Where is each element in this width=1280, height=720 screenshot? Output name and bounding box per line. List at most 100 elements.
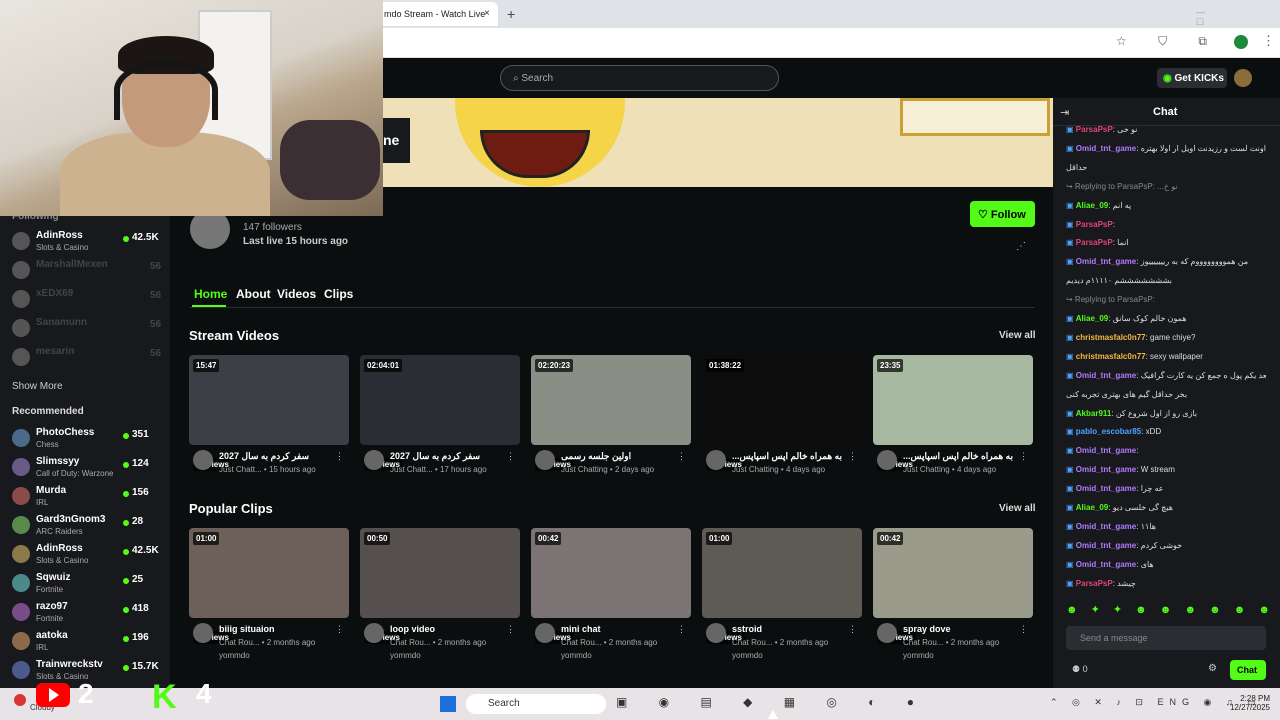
recommended-channel-5[interactable]: Sqwuiz Fortnite 25 — [0, 569, 170, 598]
chat-text: : sexy wallpaper — [1145, 351, 1203, 361]
chat-username[interactable]: Omid_tnt_game — [1076, 371, 1136, 380]
video-card[interactable]: 01:38:2265 views...می به همراه خالم اپس … — [702, 355, 862, 475]
chat-username[interactable]: ParsaPsP — [1076, 579, 1113, 588]
chat-username[interactable]: Akbar911 — [1076, 409, 1112, 418]
chat-username[interactable]: ParsaPsP — [1076, 220, 1113, 229]
youtube-count: 2 — [78, 678, 94, 709]
card-category: Chat Rou... — [390, 638, 431, 647]
tab-about[interactable]: About — [236, 287, 271, 301]
sidebar-channel-0[interactable]: AdinRoss Slots & Casino 42.5K — [0, 227, 170, 256]
chat-username[interactable]: christmasfalc0n77 — [1076, 333, 1146, 342]
chat-username[interactable]: Omid_tnt_game — [1076, 144, 1136, 153]
tab-divider — [189, 307, 1035, 308]
browser-tab[interactable]: mdo Stream - Watch Live — [378, 2, 498, 26]
sidebar-channel-2[interactable]: xEDX69 56 — [0, 285, 170, 314]
video-card[interactable]: 15:47 46 views 2027 سفر کردم به سال Just Ch… — [189, 355, 349, 475]
video-card[interactable]: 23:3554 views...می به همراه خالم اپس اسپ… — [873, 355, 1033, 475]
more-options-icon[interactable]: ⋮ — [335, 624, 344, 635]
card-title: اولین جلسه رسمی — [561, 451, 632, 461]
recommended-channel-7[interactable]: aatoka IRL 196 — [0, 627, 170, 656]
viewer-count: 56 — [150, 290, 162, 301]
browser-menu-icon[interactable]: ⋮ — [1262, 33, 1275, 49]
chat-username[interactable]: pablo_escobar85 — [1076, 427, 1141, 436]
sidebar-channel-4[interactable]: mesarin 56 — [0, 343, 170, 372]
chat-text: : عه چرا — [1136, 484, 1164, 494]
chat-username[interactable]: christmasfalc0n77 — [1076, 352, 1146, 361]
search-input[interactable]: ⌕ Search — [500, 65, 779, 91]
follow-button[interactable]: ♡ Follow — [970, 201, 1035, 227]
channel-avatar — [12, 232, 30, 250]
video-card[interactable]: 02:04:01 23 views 2027 سفر کردم به سال Just… — [360, 355, 520, 475]
chat-username[interactable]: Omid_tnt_game — [1076, 465, 1136, 474]
taskbar-clock[interactable]: 2:28 PM 12/27/2025 — [1222, 694, 1270, 712]
new-tab-button[interactable]: + — [507, 6, 515, 22]
clip-card[interactable]: 00:42 48 views mini chat Chat Rou... • 2 mo… — [531, 528, 691, 660]
more-options-icon[interactable]: ⋮ — [1019, 451, 1028, 462]
more-options-icon[interactable]: ⋮ — [677, 451, 686, 462]
show-more-link[interactable]: Show More — [12, 381, 63, 392]
chat-username[interactable]: Omid_tnt_game — [1076, 560, 1136, 569]
chat-username[interactable]: ParsaPsP — [1076, 125, 1113, 134]
recommended-channel-3[interactable]: Gard3nGnom3 ARC Raiders 28 — [0, 511, 170, 540]
chat-username[interactable]: Aliae_09 — [1076, 201, 1108, 210]
chat-username[interactable]: Omid_tnt_game — [1076, 522, 1136, 531]
browser-profile-avatar[interactable] — [1234, 35, 1248, 49]
more-options-icon[interactable]: ⋮ — [677, 624, 686, 635]
weather-icon[interactable] — [14, 694, 26, 706]
chat-username[interactable]: Aliae_09 — [1076, 314, 1108, 323]
chat-text: بخر حداقل گیم های بهتری تجربه کنی — [1066, 389, 1188, 399]
recommended-channel-1[interactable]: Slimssyy Call of Duty: Warzone 124 — [0, 453, 170, 482]
viewer-count: 351 — [132, 429, 149, 440]
chat-settings-icon[interactable]: ⚙ — [1208, 663, 1217, 674]
chat-message-input[interactable]: Send a message — [1066, 626, 1266, 650]
recommended-channel-0[interactable]: PhotoChess Chess 351 — [0, 424, 170, 453]
meta-separator: • — [259, 638, 267, 647]
get-kicks-button[interactable]: ◉ Get KICKs — [1157, 68, 1227, 88]
clip-card[interactable]: 00:50 54 views loop video Chat Rou... • 2 m… — [360, 528, 520, 660]
chat-text: : معد یکم پول ه جمع کن یه کارت گرافیک — [1136, 370, 1266, 380]
chat-badge-icon: ▣ — [1066, 314, 1076, 323]
more-options-icon[interactable]: ⋮ — [506, 451, 515, 462]
chat-badge-icon: ▣ — [1066, 446, 1076, 456]
clip-card[interactable]: 01:00 33 views sstroid Chat Rou... • 2 mont… — [702, 528, 862, 660]
recommended-channel-6[interactable]: razo97 Fortnite 418 — [0, 598, 170, 627]
taskbar-search[interactable]: Search — [466, 694, 606, 714]
tab-close-icon[interactable]: × — [484, 8, 490, 19]
chat-username[interactable]: Aliae_09 — [1076, 503, 1108, 512]
taskbar-pinned-apps[interactable]: ▣ ◉ ▤ ◆ ▦ ◎ ◐ ● — [616, 695, 928, 709]
stream-videos-view-all[interactable]: View all — [999, 330, 1036, 341]
chat-username[interactable]: Omid_tnt_game — [1076, 257, 1136, 266]
card-category: Just Chatting — [561, 465, 608, 474]
video-card[interactable]: 02:20:23 85 views اولین جلسه رسمی Just Chat… — [531, 355, 691, 475]
meta-separator: • — [432, 465, 440, 474]
popular-clips-view-all[interactable]: View all — [999, 503, 1036, 514]
tab-home[interactable]: Home — [194, 287, 227, 301]
windows-start-icon[interactable] — [440, 696, 456, 712]
emote-bar[interactable]: ☻ ✦ ✦ ☻ ☻ ☻ ☻ ☻ ☻ ☻ — [1066, 603, 1280, 616]
recommended-heading: Recommended — [12, 406, 84, 417]
chat-username[interactable]: Omid_tnt_game — [1076, 484, 1136, 493]
sidebar-channel-3[interactable]: Sanamunn 56 — [0, 314, 170, 343]
more-options-icon[interactable]: ⋮ — [506, 624, 515, 635]
clip-card[interactable]: 01:00 65 views biiig situaion Chat Rou... •… — [189, 528, 349, 660]
chat-username[interactable]: Omid_tnt_game — [1076, 446, 1136, 455]
tab-clips[interactable]: Clips — [324, 287, 353, 301]
chat-username[interactable]: ParsaPsP — [1076, 238, 1113, 247]
tab-videos[interactable]: Videos — [277, 287, 316, 301]
clip-card[interactable]: 00:42 27 views spray dove Chat Rou... • 2 m… — [873, 528, 1033, 660]
chat-badge-icon: ▣ — [1066, 408, 1076, 418]
more-options-icon[interactable]: ⋮ — [848, 624, 857, 635]
sidebar-channel-1[interactable]: MarshallMexen 56 — [0, 256, 170, 285]
recommended-channel-4[interactable]: AdinRoss Slots & Casino 42.5K — [0, 540, 170, 569]
recommended-channel-2[interactable]: Murda IRL 156 — [0, 482, 170, 511]
more-options-icon[interactable]: ⋮ — [335, 451, 344, 462]
card-author: yommdo — [561, 651, 592, 660]
chat-collapse-icon[interactable]: ⇥ — [1060, 106, 1069, 119]
viewer-count: 56 — [150, 319, 162, 330]
user-avatar[interactable] — [1234, 69, 1252, 87]
more-options-icon[interactable]: ⋮ — [1019, 624, 1028, 635]
chat-username[interactable]: Omid_tnt_game — [1076, 541, 1136, 550]
share-icon[interactable]: ⋰ — [1016, 241, 1026, 252]
chat-send-button[interactable]: Chat — [1230, 660, 1266, 680]
more-options-icon[interactable]: ⋮ — [848, 451, 857, 462]
